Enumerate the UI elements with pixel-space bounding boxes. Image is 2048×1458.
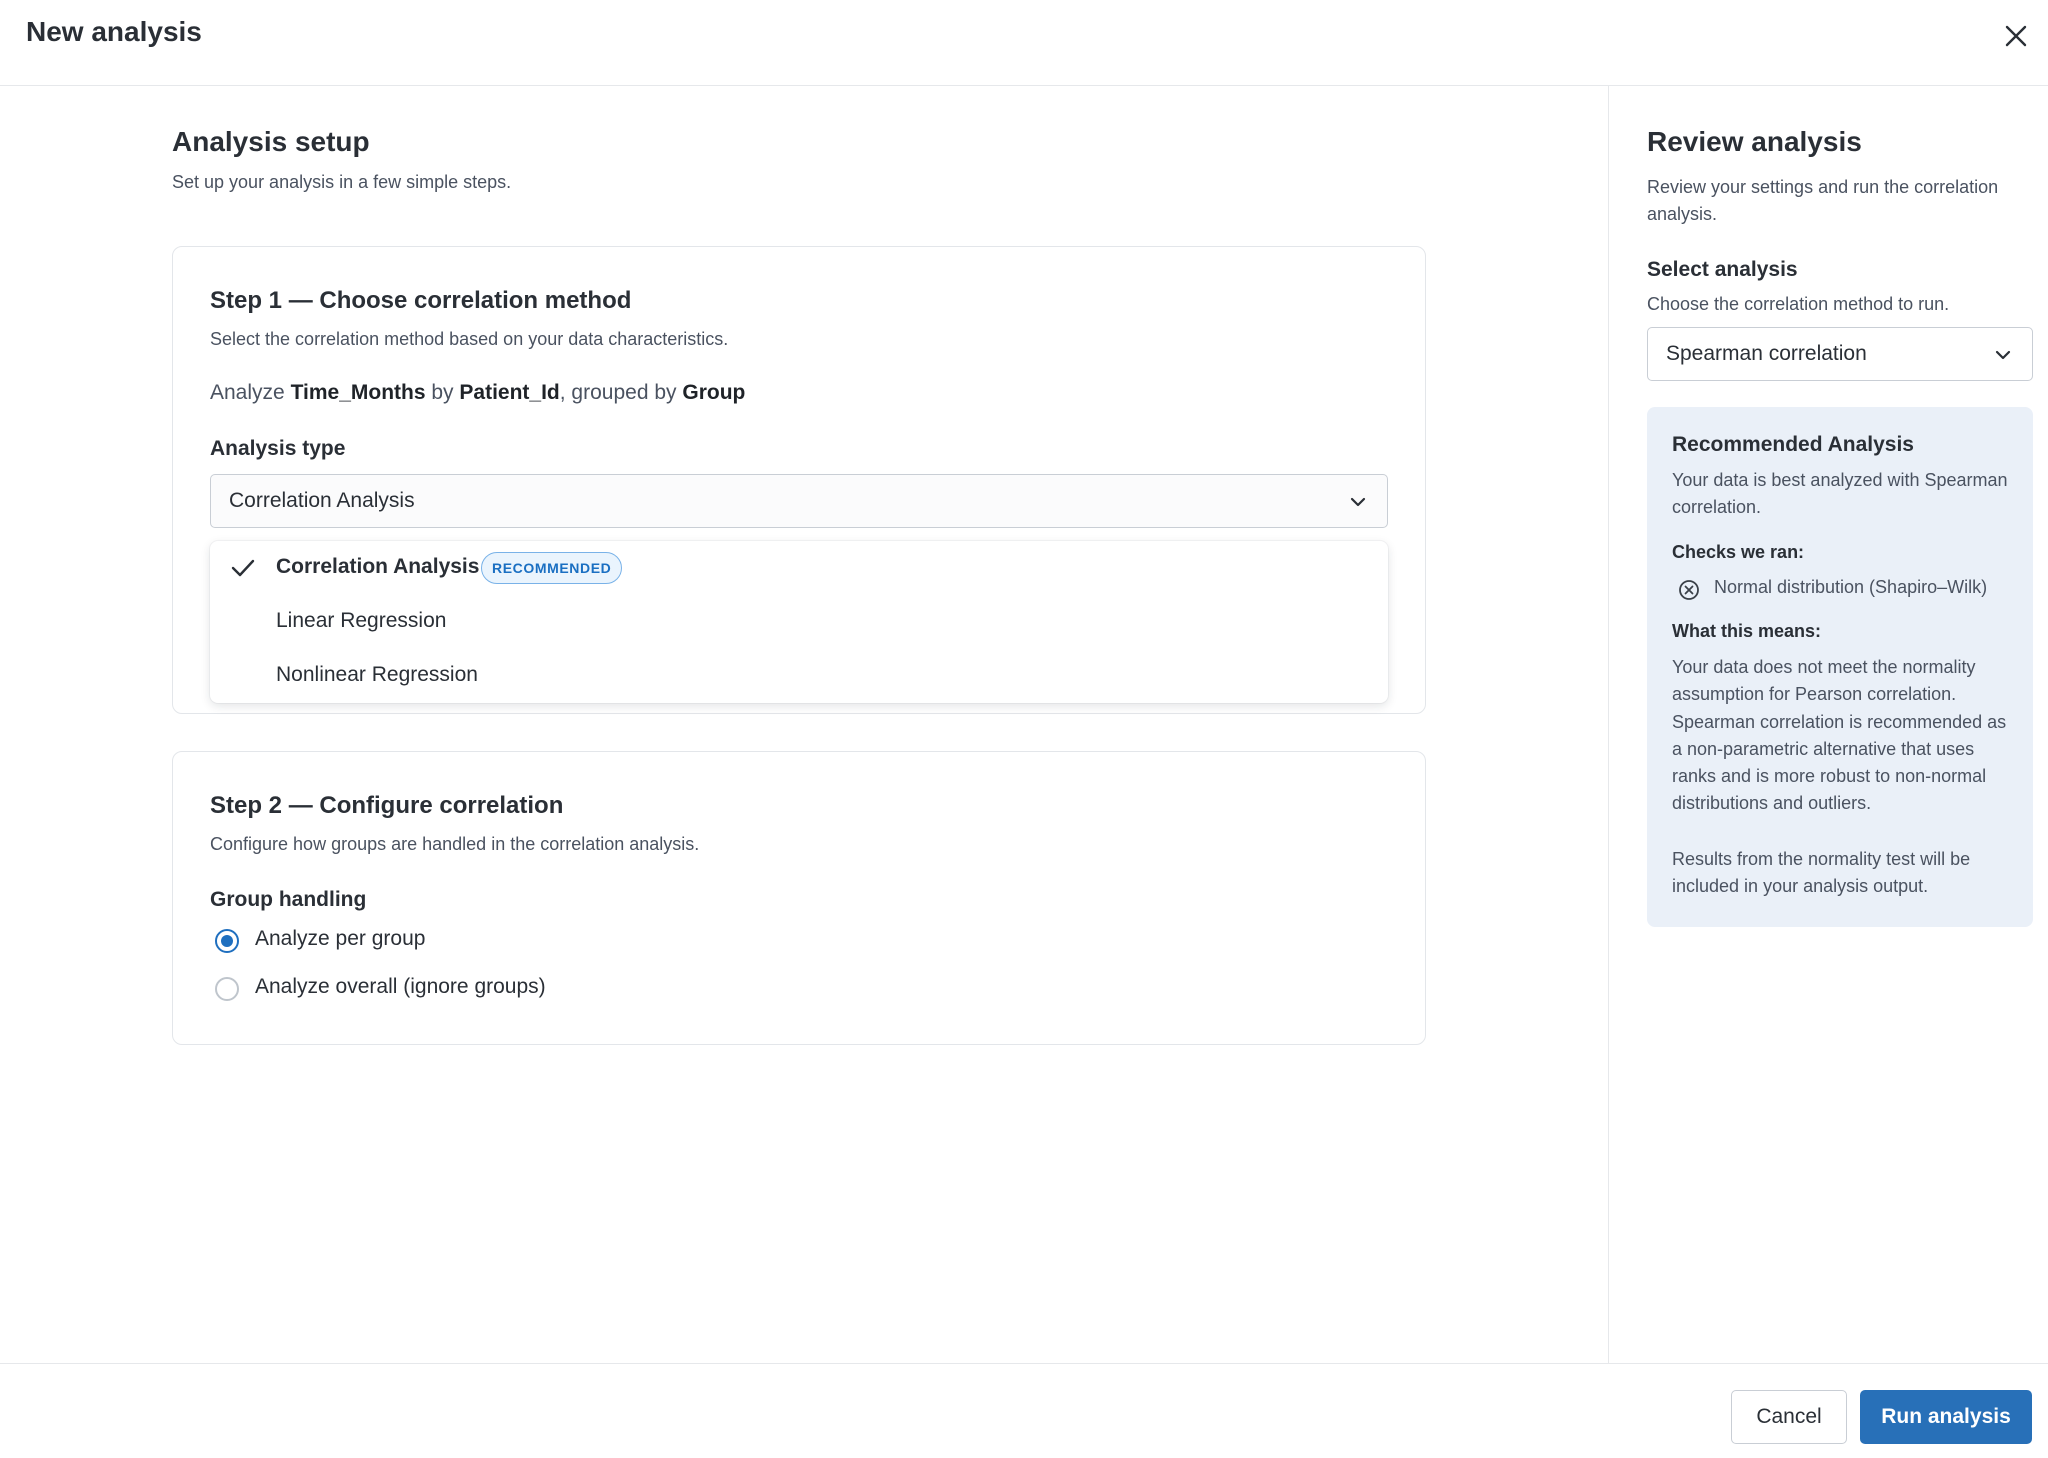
dialog-header: New analysis [0,0,2048,86]
option-nonlinear-regression[interactable]: Nonlinear Regression [210,649,1388,703]
recommended-badge: RECOMMENDED [481,552,623,584]
setup-subtitle: Set up your analysis in a few simple ste… [172,172,512,192]
radio-button-checked[interactable] [215,929,239,953]
review-panel: Review analysis Review your settings and… [1608,86,2048,1363]
step2-title: Step 2 — Configure correlation [210,792,564,819]
option-linear-regression[interactable]: Linear Regression [210,595,1388,649]
radio-label: Analyze overall (ignore groups) [255,975,546,998]
step1-title: Step 1 — Choose correlation method [210,287,632,314]
analyze-group-variable: Group [682,381,746,404]
radio-button[interactable] [215,977,239,1001]
close-icon [2005,25,2027,47]
recommended-description: Your data is best analyzed with Spearman… [1672,470,2008,517]
close-button[interactable] [1996,16,2036,56]
option-label: Correlation Analysis [276,555,480,578]
x-circle-icon [1679,580,1699,600]
option-correlation-analysis[interactable]: Correlation Analysis RECOMMENDED [210,541,1388,595]
radio-label: Analyze per group [255,927,426,950]
analyze-variable: Time_Months [290,381,426,404]
analyze-by-word: by [431,381,454,404]
select-analysis-value: Spearman correlation [1666,342,1867,365]
step2-card: Step 2 — Configure correlation Configure… [172,751,1426,1045]
check-label: Normal distribution (Shapiro–Wilk) [1714,577,1988,597]
chevron-down-icon [1350,497,1366,507]
review-subtitle: Review your settings and run the correla… [1647,177,1999,224]
what-this-means-text: Your data does not meet the normality as… [1672,657,2007,814]
review-title: Review analysis [1647,126,1862,157]
chevron-down-icon [1995,350,2011,360]
analysis-type-value: Correlation Analysis [229,489,415,512]
analysis-setup-panel: Analysis setup Set up your analysis in a… [0,86,1608,1363]
group-handling-label: Group handling [210,888,367,911]
step1-card: Step 1 — Choose correlation method Selec… [172,246,1426,714]
analyze-prefix: Analyze [210,381,285,404]
dialog-title: New analysis [26,16,202,47]
step1-subtitle: Select the correlation method based on y… [210,329,729,349]
analysis-type-label: Analysis type [210,437,346,460]
analysis-type-dropdown: Correlation Analysis RECOMMENDED Linear … [210,541,1388,703]
check-icon [231,559,255,577]
recommended-analysis-box: Recommended Analysis Your data is best a… [1647,407,2033,927]
results-note: Results from the normality test will be … [1672,849,1971,896]
what-this-means-heading: What this means: [1672,621,1822,641]
option-label: Linear Regression [276,609,447,632]
step2-subtitle: Configure how groups are handled in the … [210,834,700,854]
recommended-title: Recommended Analysis [1672,433,1914,456]
select-analysis-subtitle: Choose the correlation method to run. [1647,294,1950,314]
checks-heading: Checks we ran: [1672,542,1805,562]
dialog-footer: Cancel Run analysis [0,1363,2048,1458]
select-analysis-label: Select analysis [1647,258,1798,281]
setup-title: Analysis setup [172,126,370,157]
analyze-by-variable: Patient_Id [459,381,560,404]
analyze-grouped-word: , grouped by [559,381,677,404]
select-analysis-dropdown[interactable]: Spearman correlation [1647,327,2033,381]
run-analysis-button[interactable]: Run analysis [1860,1390,2032,1444]
option-label: Nonlinear Regression [276,663,478,686]
analysis-type-select[interactable]: Correlation Analysis [210,474,1388,528]
analyze-summary: Analyze Time_Months by Patient_Id, group… [210,381,745,405]
cancel-button[interactable]: Cancel [1731,1390,1847,1444]
